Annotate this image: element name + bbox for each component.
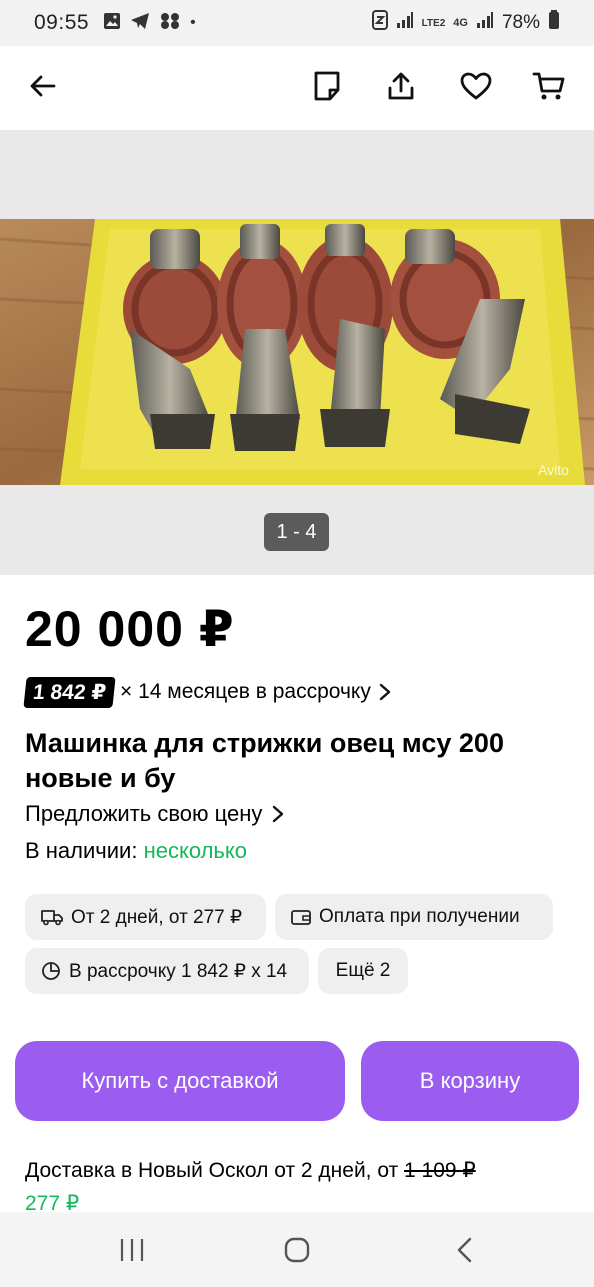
network-label: 4G [453, 17, 468, 29]
chevron-right-icon [379, 683, 391, 701]
installment-badge: 1 842 ₽ [23, 676, 116, 708]
stock-label: В наличии: [25, 838, 144, 863]
status-time: 09:55 [34, 11, 90, 34]
chip-payment-label: Оплата при получении [319, 906, 520, 927]
lte-label: LTE2 [421, 17, 446, 29]
buy-with-delivery-button[interactable]: Купить с доставкой [15, 1041, 345, 1121]
status-bar: 09:55 • LTE2 4G 78% [0, 0, 594, 46]
installment-row[interactable]: 1 842 ₽ × 14 месяцев в рассрочку [23, 675, 391, 709]
cart-icon [532, 70, 566, 107]
chip-installment-label: В рассрочку 1 842 ₽ x 14 [69, 960, 288, 982]
offer-price-label: Предложить свою цену [25, 801, 263, 826]
delivery-old-price: 1 109 ₽ [404, 1159, 476, 1182]
system-back-button[interactable] [444, 1232, 484, 1272]
chevron-right-icon [272, 805, 284, 823]
stock-value: несколько [143, 838, 247, 863]
chevron-left-icon [454, 1236, 474, 1269]
listing-title: Машинка для стрижки овец мсу 200 новые и… [25, 728, 504, 793]
signal-2-icon [476, 11, 494, 35]
share-button[interactable] [379, 66, 423, 110]
battery-icon [548, 10, 560, 36]
offer-price-link[interactable]: Предложить свою цену [25, 801, 284, 827]
chip-more-label: Ещё 2 [335, 960, 391, 981]
product-photo[interactable]: Avito [0, 219, 594, 485]
gallery-icon [103, 12, 121, 35]
chip-payment[interactable]: Оплата при получении [275, 894, 553, 940]
chip-installment[interactable]: В рассрочку 1 842 ₽ x 14 [25, 948, 309, 994]
photo-gallery[interactable]: Avito 1 - 4 [0, 130, 594, 575]
home-button[interactable] [277, 1232, 317, 1272]
notes-icon [312, 70, 342, 107]
share-icon [385, 70, 417, 107]
back-button[interactable] [21, 66, 65, 110]
app-bar [0, 46, 594, 130]
favorite-button[interactable] [454, 66, 498, 110]
avito-watermark: Avito [538, 462, 569, 478]
pie-chart-icon [41, 961, 61, 981]
recent-apps-icon [118, 1237, 146, 1268]
notification-dot: • [190, 14, 196, 31]
recent-apps-button[interactable] [112, 1232, 152, 1272]
cart-button[interactable] [527, 66, 571, 110]
wallet-icon [291, 908, 311, 926]
delivery-info: Доставка в Новый Оскол от 2 дней, от 1 1… [25, 1154, 585, 1220]
heart-icon [459, 71, 493, 106]
chip-more[interactable]: Ещё 2 [318, 948, 408, 994]
cluster-icon [159, 12, 181, 35]
notes-button[interactable] [305, 66, 349, 110]
add-to-cart-button[interactable]: В корзину [361, 1041, 579, 1121]
system-nav-bar [0, 1212, 594, 1287]
home-icon [283, 1236, 311, 1269]
nfc-icon [371, 10, 388, 36]
chip-delivery-label: От 2 дней, от 277 ₽ [71, 906, 243, 928]
delivery-text: Доставка в Новый Оскол от 2 дней, от [25, 1159, 405, 1182]
price: 20 000 ₽ [25, 601, 235, 657]
truck-icon [41, 908, 63, 926]
battery-percent: 78% [501, 12, 540, 33]
telegram-icon [130, 12, 150, 35]
installment-text: × 14 месяцев в рассрочку [120, 680, 371, 703]
photo-counter: 1 - 4 [264, 513, 329, 551]
chip-delivery[interactable]: От 2 дней, от 277 ₽ [25, 894, 266, 940]
back-arrow-icon [28, 71, 58, 106]
signal-icon [396, 11, 414, 35]
stock-status: В наличии: несколько [25, 838, 247, 864]
